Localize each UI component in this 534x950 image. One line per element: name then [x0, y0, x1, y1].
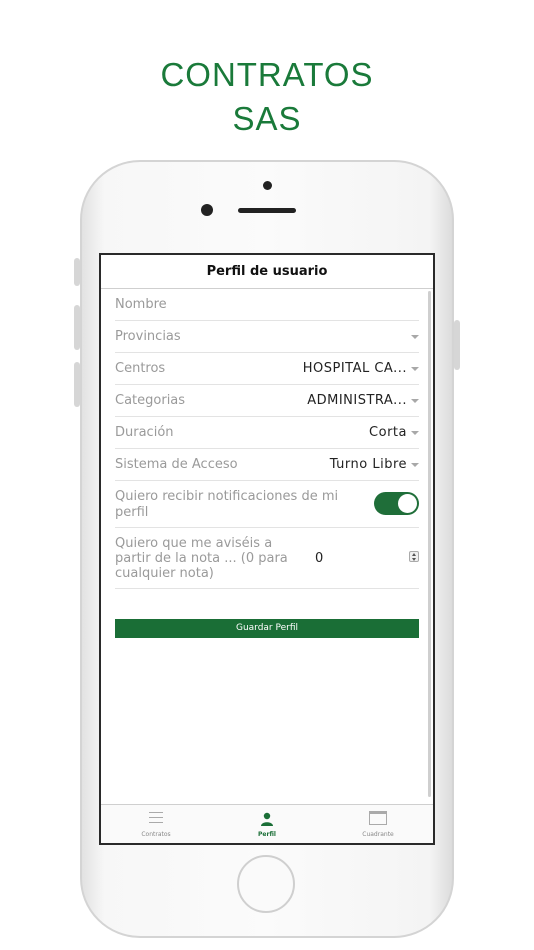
earpiece-speaker [238, 208, 296, 213]
nav-title: Perfil de usuario [101, 255, 433, 289]
scrollbar[interactable] [428, 291, 431, 797]
front-camera [201, 204, 213, 216]
provincias-label: Provincias [115, 329, 181, 344]
sensor-dot [263, 181, 272, 190]
nota-label: Quiero que me aviséis a partir de la not… [115, 536, 288, 581]
list-icon [149, 812, 163, 823]
centros-label: Centros [115, 361, 166, 376]
nombre-field[interactable]: Nombre [115, 289, 419, 321]
chevron-down-icon [411, 399, 419, 403]
nota-row: Quiero que me aviséis a partir de la not… [115, 528, 419, 589]
notificaciones-row: Quiero recibir notificaciones de mi perf… [115, 481, 419, 528]
tab-perfil-label: Perfil [258, 831, 276, 838]
duracion-select[interactable]: Duración Corta [115, 417, 419, 449]
nombre-label: Nombre [115, 297, 167, 312]
tab-contratos-label: Contratos [141, 831, 171, 838]
nota-stepper[interactable] [409, 551, 419, 562]
app-headline-line1: CONTRATOS [160, 56, 374, 93]
categorias-select[interactable]: Categorias ADMINISTRA... [115, 385, 419, 417]
tab-cuadrante-label: Cuadrante [362, 831, 394, 838]
sistema-acceso-select[interactable]: Sistema de Acceso Turno Libre [115, 449, 419, 481]
categorias-value: ADMINISTRA... [307, 393, 407, 408]
centros-select[interactable]: Centros HOSPITAL CA... [115, 353, 419, 385]
duracion-value: Corta [369, 425, 407, 440]
provincias-select[interactable]: Provincias [115, 321, 419, 353]
chevron-down-icon [411, 367, 419, 371]
person-icon [261, 812, 273, 826]
home-button[interactable] [237, 855, 295, 913]
chevron-down-icon [411, 335, 419, 339]
toggle-knob [398, 494, 417, 513]
power-button [454, 320, 460, 370]
tab-bar: Contratos Perfil Cuadrante [101, 804, 433, 843]
notificaciones-toggle[interactable] [374, 492, 419, 515]
sistema-value: Turno Libre [329, 457, 407, 472]
calendar-icon [369, 811, 387, 825]
guardar-perfil-button[interactable]: Guardar Perfil [115, 619, 419, 638]
duracion-label: Duración [115, 425, 174, 440]
tab-contratos[interactable]: Contratos [101, 805, 211, 843]
tab-perfil[interactable]: Perfil [212, 805, 322, 843]
nota-input[interactable]: 0 [315, 551, 323, 566]
centros-value: HOSPITAL CA... [302, 361, 407, 376]
notificaciones-label: Quiero recibir notificaciones de mi perf… [115, 489, 339, 520]
sistema-label: Sistema de Acceso [115, 457, 238, 472]
phone-screen: Perfil de usuario Nombre Provincias Cent… [99, 253, 435, 845]
app-headline-line2: SAS [232, 100, 302, 137]
chevron-down-icon [411, 463, 419, 467]
tab-cuadrante[interactable]: Cuadrante [323, 805, 433, 843]
chevron-down-icon [411, 431, 419, 435]
categorias-label: Categorias [115, 393, 186, 408]
